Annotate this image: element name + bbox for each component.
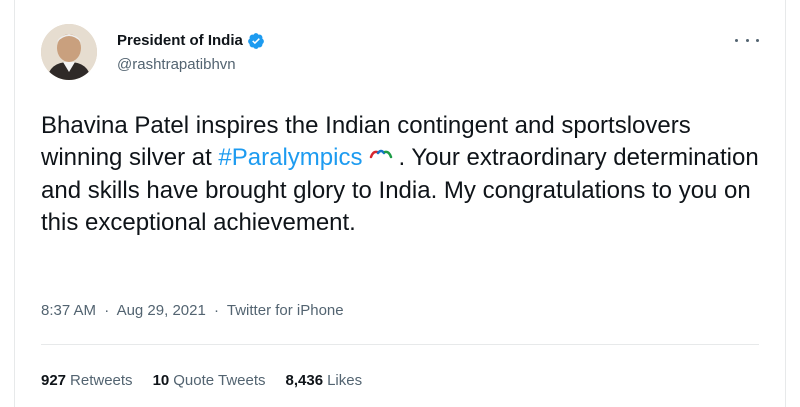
meta-separator: · (213, 302, 219, 319)
author-block: President of India @rashtrapatibhvn (117, 32, 265, 73)
hashtag-link[interactable]: #Paralympics (218, 144, 362, 171)
paralympics-agitos-icon (368, 143, 394, 175)
tweet-date[interactable]: Aug 29, 2021 (117, 302, 206, 319)
verified-badge-icon (247, 32, 264, 49)
tweet-text: Bhavina Patel inspires the Indian contin… (41, 110, 761, 239)
tweet-header: President of India @rashtrapatibhvn (41, 24, 265, 80)
author-name-row: President of India (117, 32, 265, 50)
author-handle[interactable]: @rashtrapatibhvn (117, 56, 265, 73)
avatar[interactable] (41, 24, 97, 80)
retweets-stat[interactable]: 927 Retweets (41, 372, 133, 389)
engagement-stats: 927 Retweets 10 Quote Tweets 8,436 Likes (41, 372, 362, 389)
author-name[interactable]: President of India (117, 32, 243, 49)
tweet-time[interactable]: 8:37 AM (41, 302, 96, 319)
tweet-meta: 8:37 AM · Aug 29, 2021 · Twitter for iPh… (41, 302, 344, 319)
more-options-icon[interactable] (735, 36, 759, 44)
quote-tweets-stat[interactable]: 10 Quote Tweets (153, 372, 266, 389)
tweet-source[interactable]: Twitter for iPhone (227, 302, 344, 319)
avatar-photo-icon (41, 24, 97, 80)
divider (41, 344, 759, 345)
likes-stat[interactable]: 8,436 Likes (286, 372, 363, 389)
tweet-card: President of India @rashtrapatibhvn Bhav… (14, 0, 786, 407)
meta-separator: · (104, 302, 110, 319)
